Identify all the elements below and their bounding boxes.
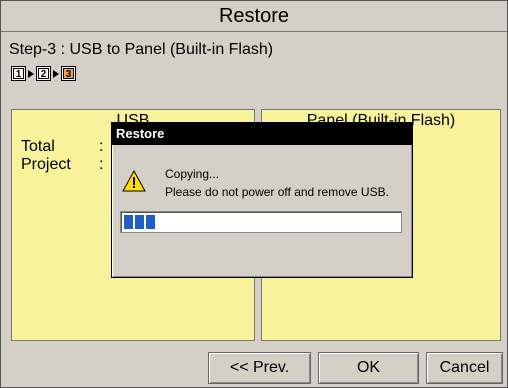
step-indicator: 1 2 3 xyxy=(11,66,76,81)
progress-segment xyxy=(146,215,155,229)
step-3-box: 3 xyxy=(61,66,76,81)
restore-dialog: Restore Copying... Please do not power o… xyxy=(111,122,413,278)
prev-button[interactable]: << Prev. xyxy=(208,352,311,384)
progress-segment xyxy=(135,215,144,229)
progress-fill xyxy=(124,215,155,229)
warning-icon xyxy=(122,170,146,192)
progress-segment xyxy=(124,215,133,229)
step-arrow-icon xyxy=(28,69,34,78)
step-1-box: 1 xyxy=(11,66,26,81)
dialog-message-warning: Please do not power off and remove USB. xyxy=(165,185,389,199)
ok-button[interactable]: OK xyxy=(318,352,419,384)
step-arrow-icon xyxy=(53,69,59,78)
total-separator: : xyxy=(99,138,104,155)
copy-progress-bar xyxy=(120,211,402,233)
cancel-button[interactable]: Cancel xyxy=(426,352,503,384)
project-label: Project xyxy=(21,156,71,173)
footer-bar: << Prev. OK Cancel xyxy=(1,342,507,387)
project-separator: : xyxy=(99,156,104,173)
dialog-message-copying: Copying... xyxy=(165,167,220,181)
restore-screen: Restore Step-3 : USB to Panel (Built-in … xyxy=(0,0,508,388)
total-label: Total xyxy=(21,138,55,155)
step-2-box: 2 xyxy=(36,66,51,81)
dialog-title: Restore xyxy=(112,123,412,145)
screen-title: Restore xyxy=(1,1,507,32)
step-description: Step-3 : USB to Panel (Built-in Flash) xyxy=(9,41,274,58)
